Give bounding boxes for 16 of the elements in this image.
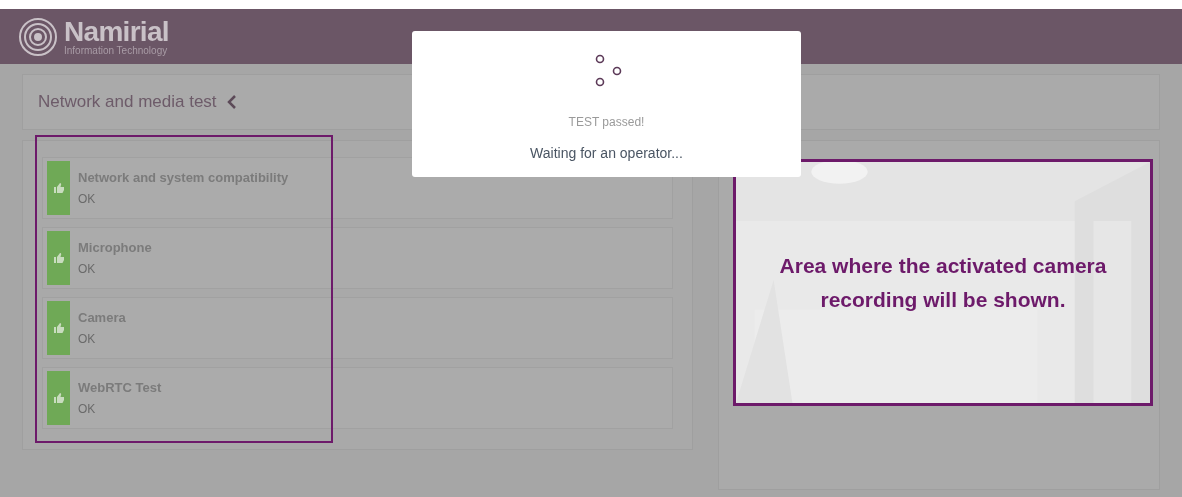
test-status: OK xyxy=(78,261,97,279)
logo-name: Namirial xyxy=(64,17,169,46)
test-status: OK xyxy=(78,331,97,349)
logo-icon xyxy=(18,16,58,57)
waiting-message: Waiting for an operator... xyxy=(530,144,683,163)
camera-caption: Area where the activated camera recording will be shown. xyxy=(778,252,1108,313)
panel-title: Network and media test xyxy=(38,91,217,114)
test-status: OK xyxy=(78,191,97,209)
test-status-text: TEST passed! xyxy=(568,114,645,131)
test-status: OK xyxy=(78,401,97,419)
thumbs-up-icon xyxy=(52,392,65,404)
thumbs-up-icon xyxy=(52,182,65,194)
thumbs-up-icon xyxy=(52,252,65,264)
collapse-chevron-icon[interactable] xyxy=(226,95,237,109)
logo-tagline: Information Technology xyxy=(64,45,169,56)
thumbs-up-icon xyxy=(52,322,65,334)
